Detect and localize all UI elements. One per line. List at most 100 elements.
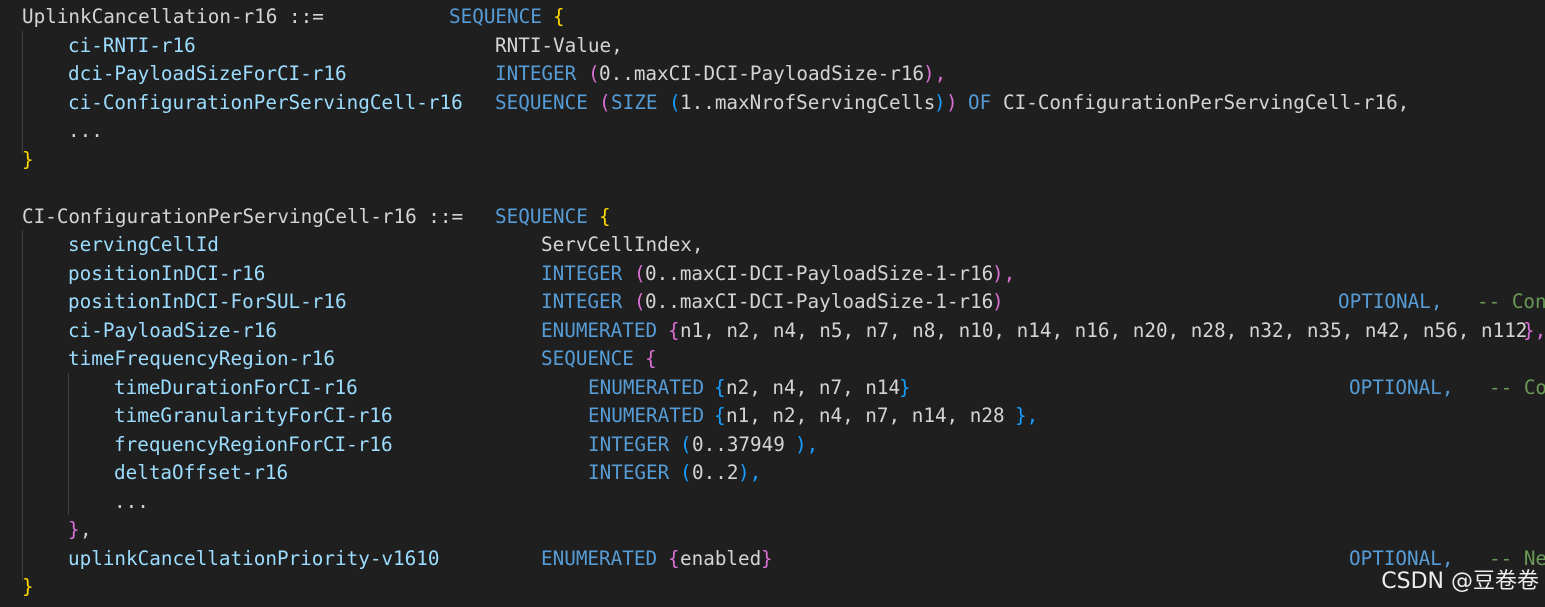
code-token: timeDurationForCI-r16 (114, 375, 358, 399)
code-line[interactable]: }, (0, 516, 1545, 545)
code-token: ), (992, 261, 1016, 285)
code-token: { (714, 375, 726, 399)
code-token: enabled (680, 546, 762, 570)
code-line[interactable]: frequencyRegionForCI-r16 INTEGER (0..37949… (0, 431, 1545, 460)
code-line[interactable]: } (0, 146, 1545, 175)
code-line[interactable]: ... (0, 488, 1545, 517)
code-token: ), (738, 461, 762, 484)
code-token: SIZE (611, 90, 658, 114)
code-line[interactable] (0, 174, 1545, 203)
code-token: ) (934, 90, 946, 114)
code-token: 0..maxCI-DCI-PayloadSize-1-r16 (645, 261, 994, 285)
code-line[interactable]: timeGranularityForCI-r16 ENUMERATED {n1, n… (0, 402, 1545, 431)
code-token: }, (1523, 318, 1545, 342)
code-token: UplinkCancellation-r16 ::= (22, 5, 324, 28)
code-token: , (80, 518, 92, 541)
code-line[interactable]: servingCellId ServCellIndex, (0, 231, 1545, 260)
code-token: dci-PayloadSizeForCI-r16 (68, 62, 347, 85)
code-token: ENUMERATED (541, 546, 658, 570)
code-token: ( (680, 432, 692, 456)
code-token: ... (114, 489, 149, 513)
code-token: } (22, 575, 34, 598)
code-token: OPTIONAL, (1349, 375, 1454, 399)
code-token: ), (795, 432, 819, 456)
code-token: SEQUENCE (495, 90, 588, 114)
code-line[interactable]: UplinkCancellation-r16 ::= SEQUENCE { (0, 3, 1545, 32)
code-token: RNTI-Value, (495, 33, 623, 57)
code-token: timeGranularityForCI-r16 (114, 404, 393, 427)
code-token: { (553, 5, 565, 28)
code-token: -- Cond (1477, 290, 1545, 313)
code-token: }, (1015, 404, 1039, 427)
code-line[interactable]: timeFrequencyRegion-r16 SEQUENCE { (0, 345, 1545, 374)
code-token: n2, n4, n7, n14 (726, 375, 901, 399)
code-token: servingCellId (68, 233, 219, 256)
code-token: CI-ConfigurationPerServingCell-r16 ::= (22, 204, 464, 228)
code-token: INTEGER (541, 261, 623, 285)
code-token: CI-ConfigurationPerServingCell-r16, (1003, 90, 1410, 114)
code-token: INTEGER (495, 62, 577, 85)
code-token: positionInDCI-ForSUL-r16 (68, 290, 347, 313)
code-line[interactable]: ci-PayloadSize-r16 ENUMERATED {n1, n2, n4,… (0, 317, 1545, 346)
code-token: { (645, 347, 657, 370)
code-line[interactable]: uplinkCancellationPriority-v1610 ENUMERAT… (0, 545, 1545, 574)
code-token: timeFrequencyRegion-r16 (68, 347, 335, 370)
code-token: ServCellIndex, (541, 233, 704, 256)
code-token: ) (946, 90, 958, 114)
code-token: } (761, 546, 773, 570)
code-token: ci-RNTI-r16 (68, 33, 196, 57)
code-line[interactable]: deltaOffset-r16 INTEGER (0..2), (0, 459, 1545, 488)
code-token: INTEGER (588, 432, 670, 456)
code-line[interactable]: dci-PayloadSizeForCI-r16 INTEGER (0..maxCI… (0, 60, 1545, 89)
code-token: SEQUENCE (495, 204, 588, 228)
code-line[interactable]: ci-ConfigurationPerServingCell-r16 SEQUEN… (0, 89, 1545, 118)
code-token: ( (634, 261, 646, 285)
code-editor[interactable]: UplinkCancellation-r16 ::= SEQUENCE{ci-RN… (0, 0, 1545, 607)
code-token: 1..maxNrofServingCells (680, 90, 936, 114)
code-token: { (599, 204, 611, 228)
code-token: ENUMERATED (588, 404, 705, 427)
code-token: ( (599, 90, 611, 114)
code-line[interactable]: CI-ConfigurationPerServingCell-r16 ::= SE… (0, 203, 1545, 232)
code-token: ), (923, 62, 947, 85)
code-token: { (668, 546, 680, 570)
code-token: { (714, 404, 726, 427)
code-line[interactable]: ... (0, 117, 1545, 146)
code-token: } (68, 518, 80, 541)
code-token: ( (588, 62, 600, 85)
code-token: ( (680, 461, 692, 484)
code-token: frequencyRegionForCI-r16 (114, 432, 393, 456)
code-token: 0..maxCI-DCI-PayloadSize-r16 (599, 62, 925, 85)
code-line[interactable]: ci-RNTI-r16 RNTI-Value, (0, 32, 1545, 61)
code-token: SEQUENCE (449, 5, 542, 28)
code-token: -- Cond (1489, 375, 1545, 399)
code-token: 0..37949 (692, 432, 785, 456)
code-line[interactable]: positionInDCI-ForSUL-r16 INTEGER (0..maxCI… (0, 288, 1545, 317)
code-token: 0..maxCI-DCI-PayloadSize-1-r16 (645, 290, 994, 313)
code-line[interactable]: timeDurationForCI-r16 ENUMERATED {n2, n4, … (0, 374, 1545, 403)
code-token: positionInDCI-r16 (68, 261, 266, 285)
code-token: deltaOffset-r16 (114, 461, 289, 484)
csdn-watermark: CSDN @豆卷卷 (1381, 569, 1539, 594)
code-token: ci-ConfigurationPerServingCell-r16 (68, 90, 463, 114)
code-token: ENUMERATED (588, 375, 705, 399)
code-token: ( (634, 290, 646, 313)
code-token: ... (68, 119, 103, 142)
code-token: ci-PayloadSize-r16 (68, 318, 277, 342)
code-token: OPTIONAL, (1338, 290, 1443, 313)
code-token: INTEGER (541, 290, 623, 313)
code-token: uplinkCancellationPriority-v1610 (68, 546, 440, 570)
code-token: n1, n2, n4, n7, n14, n28 (726, 404, 1005, 427)
code-token: } (899, 375, 911, 399)
code-token: INTEGER (588, 461, 670, 484)
code-line[interactable]: } (0, 573, 1545, 602)
code-token: OF (968, 90, 992, 114)
code-token: } (22, 147, 34, 171)
code-line[interactable]: positionInDCI-r16 INTEGER (0..maxCI-DCI-Pa… (0, 260, 1545, 289)
code-token: 0..2 (692, 461, 739, 484)
code-token: { (668, 318, 680, 342)
code-token: n1, n2, n4, n5, n7, n8, n10, n14, n16, n… (680, 318, 1528, 342)
code-token: ( (669, 90, 681, 114)
code-token: SEQUENCE (541, 347, 634, 370)
code-token: ENUMERATED (541, 318, 658, 342)
